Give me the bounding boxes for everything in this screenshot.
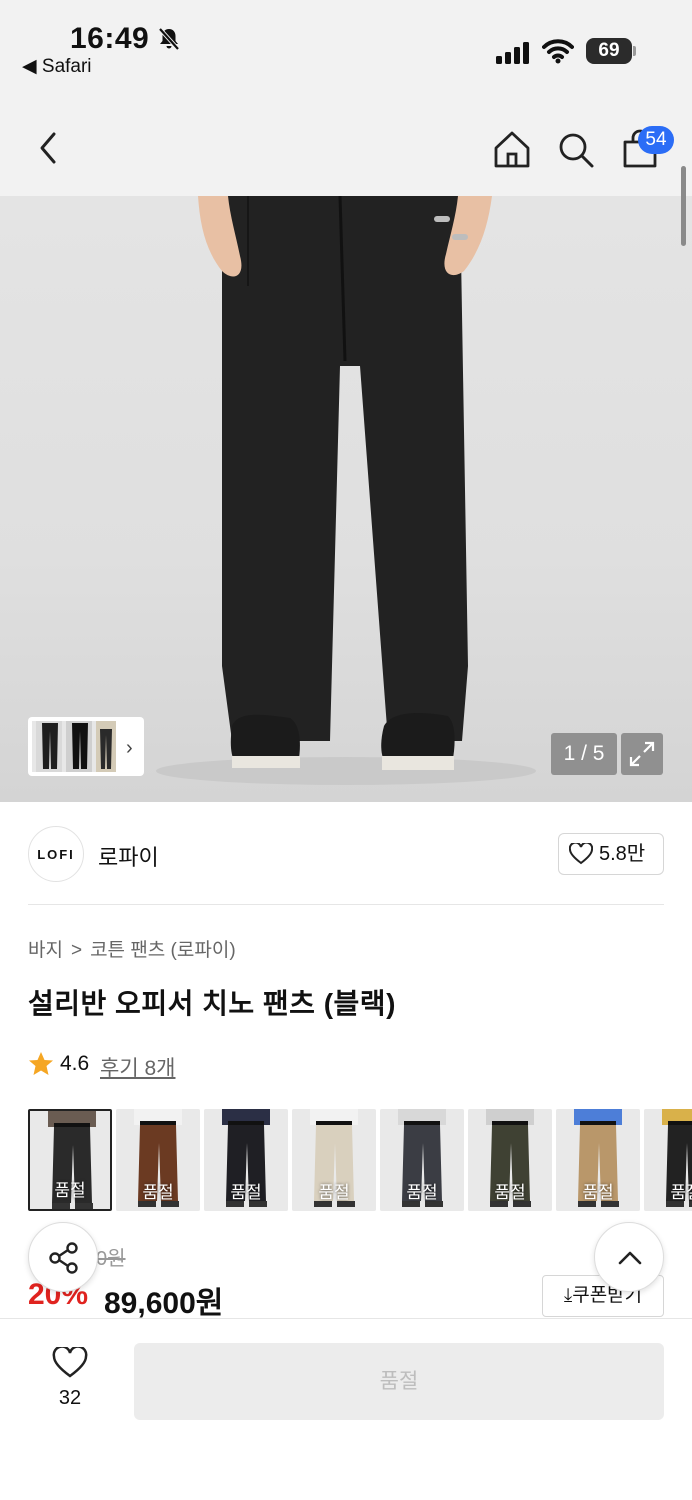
brand-logo[interactable]: LOFI: [28, 826, 84, 882]
status-time: 16:49: [70, 22, 150, 55]
heart-outline-icon: [569, 843, 593, 865]
cart-count-badge: 54: [638, 126, 674, 154]
sale-price: 89,600원: [104, 1287, 224, 1320]
option-soldout-label: 품절: [54, 1181, 86, 1200]
rating-score: 4.6: [60, 1052, 90, 1075]
color-option[interactable]: 품절: [292, 1109, 376, 1211]
back-arrow-icon[interactable]: [30, 128, 70, 168]
brand-favorite-button[interactable]: 5.8만: [558, 833, 664, 875]
image-page-counter: 1 / 5: [551, 733, 617, 775]
brand-favorite-count: 5.8만: [599, 843, 646, 865]
back-to-safari[interactable]: ◀ Safari: [22, 55, 92, 78]
expand-icon: [629, 741, 655, 767]
page-scrollbar[interactable]: [681, 166, 686, 246]
option-soldout-label: 품절: [494, 1183, 526, 1202]
expand-image-button[interactable]: [621, 733, 663, 775]
original-price: 0원: [96, 1248, 126, 1270]
sold-out-button: 품절: [134, 1343, 664, 1420]
chevron-up-icon: [618, 1251, 642, 1265]
status-bar: 16:49 ◀ Safari 69: [0, 0, 692, 96]
breadcrumb-separator: >: [70, 940, 83, 961]
battery-cap: [633, 46, 636, 56]
search-icon[interactable]: [554, 128, 598, 172]
option-soldout-label: 품절: [582, 1183, 614, 1202]
wifi-icon: [542, 39, 574, 64]
option-soldout-label: 품절: [142, 1183, 174, 1202]
option-soldout-label: 품절: [406, 1183, 438, 1202]
color-option[interactable]: 품절: [116, 1109, 200, 1211]
share-button[interactable]: [28, 1222, 98, 1292]
top-nav-bar: [0, 96, 692, 196]
scroll-to-top-button[interactable]: [594, 1222, 664, 1292]
option-soldout-label: 품절: [670, 1183, 692, 1202]
color-option[interactable]: 품절: [468, 1109, 552, 1211]
gallery-thumbnail-strip[interactable]: ›: [28, 717, 144, 776]
review-count-link[interactable]: 후기 8개: [100, 1052, 175, 1082]
color-option[interactable]: 품절: [28, 1109, 112, 1211]
breadcrumb-subcategory[interactable]: 코튼 팬츠 (로파이): [90, 935, 236, 962]
breadcrumb: 바지 > 코튼 팬츠 (로파이): [28, 935, 236, 962]
heart-outline-icon[interactable]: [52, 1347, 88, 1379]
product-title: 설리반 오피서 치노 팬츠 (블랙): [28, 988, 396, 1019]
color-option[interactable]: 품절: [204, 1109, 288, 1211]
color-option[interactable]: 품절: [380, 1109, 464, 1211]
brand-name[interactable]: 로파이: [98, 840, 159, 872]
product-main-image[interactable]: [0, 196, 692, 802]
divider: [28, 904, 664, 905]
home-icon[interactable]: [490, 128, 534, 172]
color-option-list: 품절 품절 품절 품절 품절 품절 품절 품절: [28, 1109, 692, 1211]
color-option[interactable]: 품절: [556, 1109, 640, 1211]
option-soldout-label: 품절: [230, 1183, 262, 1202]
breadcrumb-category[interactable]: 바지: [28, 935, 63, 962]
cellular-signal-icon: [496, 42, 529, 64]
chevron-right-icon[interactable]: ›: [126, 737, 133, 760]
gallery-thumbnail-image: [32, 721, 116, 772]
like-count: 32: [58, 1387, 82, 1409]
color-option[interactable]: 품절: [644, 1109, 692, 1211]
star-icon: [29, 1052, 53, 1075]
pants-photo: [156, 196, 536, 785]
battery-indicator: 69: [586, 38, 632, 64]
bottom-action-bar: 32 품절: [0, 1318, 692, 1500]
share-icon: [49, 1242, 78, 1274]
bell-muted-icon: [158, 27, 180, 51]
option-soldout-label: 품절: [318, 1183, 350, 1202]
